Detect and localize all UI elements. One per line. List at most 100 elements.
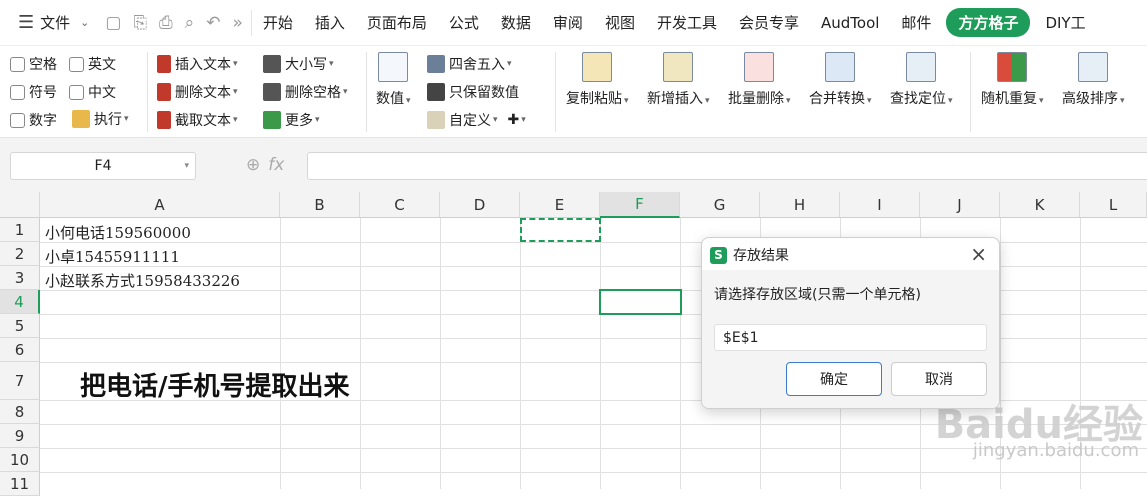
print-preview-icon[interactable]: ⌕ xyxy=(185,13,195,33)
tab-insert[interactable]: 插入 xyxy=(304,12,356,33)
row-header[interactable]: 5 xyxy=(0,314,40,338)
row-header[interactable]: 10 xyxy=(0,448,40,472)
check-english[interactable]: 英文 xyxy=(69,54,116,74)
row-header[interactable]: 1 xyxy=(0,218,40,242)
tab-mail[interactable]: 邮件 xyxy=(890,12,942,33)
insert-text-label: 插入文本 xyxy=(175,57,231,73)
tab-home[interactable]: 开始 xyxy=(252,12,304,33)
column-header[interactable]: I xyxy=(840,192,920,218)
column-header[interactable]: H xyxy=(760,192,840,218)
tab-diy[interactable]: DIY工 xyxy=(1034,12,1096,33)
row-header[interactable]: 11 xyxy=(0,472,40,496)
row-header[interactable]: 8 xyxy=(0,400,40,424)
check-number[interactable]: 数字 xyxy=(10,110,57,130)
tab-developer[interactable]: 开发工具 xyxy=(646,12,728,33)
row-header[interactable]: 3 xyxy=(0,266,40,290)
sort-icon xyxy=(1078,52,1109,82)
tab-review[interactable]: 审阅 xyxy=(542,12,594,33)
more-button[interactable]: 更多 ▾ xyxy=(263,110,320,130)
new-insert-button[interactable]: 新增插入 ▾ xyxy=(647,52,710,108)
dialog-title-bar: S 存放结果 xyxy=(710,245,789,265)
merge-convert-button[interactable]: 合并转换 ▾ xyxy=(809,52,872,108)
advanced-sort-button[interactable]: 高级排序 ▾ xyxy=(1062,52,1125,108)
print-icon[interactable]: ⎙ xyxy=(159,13,173,33)
check-symbol[interactable]: 符号 xyxy=(10,82,57,102)
active-cell-f4[interactable] xyxy=(599,289,682,315)
add-icon[interactable]: ✚ xyxy=(508,112,520,128)
delete-space-button[interactable]: 删除空格 ▾ xyxy=(263,82,348,102)
insert-text-button[interactable]: 插入文本 ▾ xyxy=(157,54,238,74)
tab-formula[interactable]: 公式 xyxy=(438,12,490,33)
row-header[interactable]: 6 xyxy=(0,338,40,362)
row-header[interactable]: 9 xyxy=(0,424,40,448)
tab-view[interactable]: 视图 xyxy=(594,12,646,33)
delete-space-icon xyxy=(263,83,281,101)
marching-ants-e1 xyxy=(520,218,601,242)
execute-button[interactable]: 执行 ▾ xyxy=(72,109,129,129)
keep-value-button[interactable]: 只保留数值 xyxy=(427,82,519,102)
cell-a1[interactable]: 小何电话159560000 xyxy=(45,222,191,243)
delete-text-button[interactable]: 删除文本 ▾ xyxy=(157,82,238,102)
export-icon[interactable]: ⎘ xyxy=(133,13,147,33)
ok-button[interactable]: 确定 xyxy=(786,362,882,396)
cancel-button[interactable]: 取消 xyxy=(891,362,987,396)
row-header[interactable]: 2 xyxy=(0,242,40,266)
undo-icon[interactable]: ↶ xyxy=(206,13,220,33)
column-header[interactable]: B xyxy=(280,192,360,218)
column-header[interactable]: C xyxy=(360,192,440,218)
tab-audtool[interactable]: AudTool xyxy=(810,14,890,32)
round-button[interactable]: 四舍五入 ▾ xyxy=(427,54,512,74)
more-icon xyxy=(263,111,281,129)
cell-a2[interactable]: 小卓15455911111 xyxy=(45,246,180,267)
copy-paste-button[interactable]: 复制粘贴 ▾ xyxy=(566,52,629,108)
ribbon-tabs: 开始 插入 页面布局 公式 数据 审阅 视图 开发工具 会员专享 AudTool… xyxy=(252,0,1097,46)
save-icon[interactable]: ▢ xyxy=(105,13,121,33)
cell-a3[interactable]: 小赵联系方式15958433226 xyxy=(45,270,240,291)
checkbox[interactable] xyxy=(10,112,25,128)
checkbox[interactable] xyxy=(10,56,25,72)
custom-icon xyxy=(427,111,445,129)
range-input[interactable]: $E$1 xyxy=(714,324,987,351)
batch-delete-button[interactable]: 批量删除 ▾ xyxy=(728,52,791,108)
zoom-formula-icon[interactable]: ⊕ xyxy=(246,155,260,175)
column-header[interactable]: A xyxy=(40,192,280,218)
case-button[interactable]: 大小写 ▾ xyxy=(263,54,334,74)
column-header[interactable]: G xyxy=(680,192,760,218)
random-repeat-button[interactable]: 随机重复 ▾ xyxy=(981,52,1044,108)
extract-text-button[interactable]: 截取文本 ▾ xyxy=(157,110,238,130)
custom-button[interactable]: 自定义 ▾ ✚ ▾ xyxy=(427,110,526,130)
chevron-down-icon: ⌄ xyxy=(80,16,90,29)
find-locate-icon xyxy=(906,52,937,82)
name-box[interactable]: F4 ▾ xyxy=(10,152,196,180)
checkbox[interactable] xyxy=(10,84,25,100)
row-header[interactable]: 7 xyxy=(0,362,40,400)
column-header[interactable]: E xyxy=(520,192,600,218)
value-button[interactable]: 数值 ▾ xyxy=(376,52,411,108)
tab-fangfang[interactable]: 方方格子 xyxy=(946,8,1031,37)
tab-page-layout[interactable]: 页面布局 xyxy=(356,12,438,33)
select-all-corner[interactable] xyxy=(0,192,40,218)
close-icon[interactable]: × xyxy=(970,242,987,266)
merge-convert-label: 合并转换 xyxy=(809,91,865,107)
tab-member[interactable]: 会员专享 xyxy=(728,12,810,33)
more-icon[interactable]: » xyxy=(232,13,242,33)
row-header-selected[interactable]: 4 xyxy=(0,290,40,314)
column-header[interactable]: K xyxy=(1000,192,1080,218)
checkbox[interactable] xyxy=(69,84,84,100)
column-header[interactable]: D xyxy=(440,192,520,218)
find-locate-button[interactable]: 查找定位 ▾ xyxy=(890,52,953,108)
checkbox[interactable] xyxy=(69,56,84,72)
chevron-down-icon[interactable]: ▾ xyxy=(184,161,189,171)
tab-data[interactable]: 数据 xyxy=(490,12,542,33)
column-header-selected[interactable]: F xyxy=(600,192,680,218)
fx-icon[interactable]: fx xyxy=(268,155,284,175)
formula-input[interactable] xyxy=(307,152,1147,180)
check-space[interactable]: 空格 xyxy=(10,54,57,74)
column-header[interactable]: L xyxy=(1080,192,1147,218)
file-menu[interactable]: ☰ 文件 ⌄ xyxy=(0,0,97,46)
cell-a7[interactable]: 把电话/手机号提取出来 xyxy=(80,366,350,403)
custom-label: 自定义 xyxy=(449,113,491,129)
column-header[interactable]: J xyxy=(920,192,1000,218)
case-icon xyxy=(263,55,281,73)
check-chinese[interactable]: 中文 xyxy=(69,82,116,102)
